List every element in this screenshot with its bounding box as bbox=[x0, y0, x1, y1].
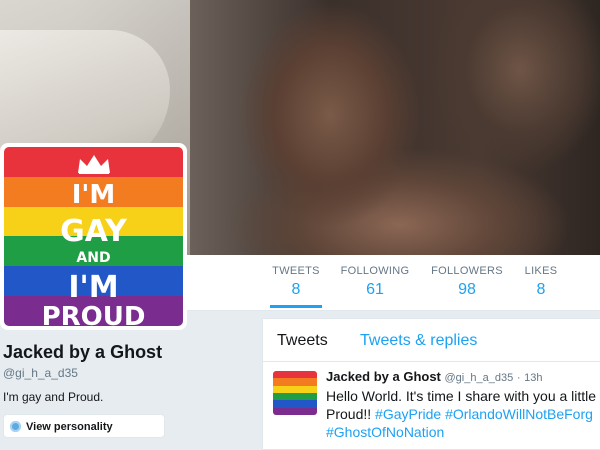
tweet-text: Hello World. It's time I share with you … bbox=[326, 387, 600, 441]
tweet-header: Jacked by a Ghost @gi_h_a_d35 · 13h bbox=[326, 369, 542, 384]
stat-likes[interactable]: LIKES 8 bbox=[520, 265, 562, 299]
crown-icon bbox=[78, 155, 110, 174]
stat-followers[interactable]: FOLLOWERS 98 bbox=[430, 265, 504, 299]
personality-icon bbox=[10, 421, 21, 432]
profile-bio: I'm gay and Proud. bbox=[3, 390, 104, 404]
timeline-tabs: Tweets Tweets & replies bbox=[263, 319, 600, 362]
stat-following-value: 61 bbox=[366, 281, 384, 298]
tab-tweets[interactable]: Tweets bbox=[277, 332, 328, 350]
stat-likes-value: 8 bbox=[536, 281, 546, 298]
avatar-text-line2: GAY bbox=[60, 214, 127, 249]
tweets-timeline: Tweets Tweets & replies Jacked by a Ghos… bbox=[262, 318, 600, 450]
tab-tweets-and-replies[interactable]: Tweets & replies bbox=[360, 332, 477, 350]
tweet-author-name[interactable]: Jacked by a Ghost bbox=[326, 369, 441, 384]
stat-followers-label: FOLLOWERS bbox=[431, 265, 503, 277]
tweet-hashtags-line2[interactable]: #GayPride #OrlandoWillNotBeForg bbox=[375, 406, 593, 422]
profile-handle[interactable]: @gi_h_a_d35 bbox=[3, 366, 78, 380]
stat-followers-value: 98 bbox=[458, 281, 476, 298]
avatar-text-line1: I'M bbox=[71, 180, 116, 210]
avatar-text-line3: AND bbox=[76, 250, 111, 266]
tweet-hashtags-line3[interactable]: #GhostOfNoNation bbox=[326, 423, 600, 441]
tweet-timestamp[interactable]: 13h bbox=[524, 372, 542, 384]
avatar-text-line4: I'M bbox=[68, 270, 119, 305]
stat-tweets-label: TWEETS bbox=[272, 265, 320, 277]
avatar-text-line5: PROUD bbox=[41, 302, 146, 326]
tweet-text-line2: Proud!! #GayPride #OrlandoWillNotBeForg bbox=[326, 405, 600, 423]
tweet-text-proud: Proud!! bbox=[326, 406, 376, 422]
tweet-text-line1: Hello World. It's time I share with you … bbox=[326, 388, 597, 404]
stat-tweets[interactable]: TWEETS 8 bbox=[270, 265, 322, 308]
stat-tweets-value: 8 bbox=[291, 281, 301, 298]
tweet-author-handle[interactable]: @gi_h_a_d35 bbox=[445, 372, 514, 384]
stat-following-label: FOLLOWING bbox=[340, 265, 410, 277]
stat-following[interactable]: FOLLOWING 61 bbox=[340, 265, 410, 299]
rainbow-flag-image: I'M GAY AND I'M PROUD bbox=[4, 147, 183, 326]
tweet-separator: · bbox=[516, 372, 521, 384]
tweet-avatar[interactable] bbox=[273, 371, 317, 415]
profile-name[interactable]: Jacked by a Ghost bbox=[3, 342, 162, 363]
view-personality-label: View personality bbox=[26, 421, 113, 433]
view-personality-button[interactable]: View personality bbox=[3, 414, 165, 438]
profile-avatar[interactable]: I'M GAY AND I'M PROUD bbox=[0, 143, 187, 330]
stat-likes-label: LIKES bbox=[524, 265, 558, 277]
tweet-item[interactable]: Jacked by a Ghost @gi_h_a_d35 · 13h Hell… bbox=[263, 362, 600, 450]
